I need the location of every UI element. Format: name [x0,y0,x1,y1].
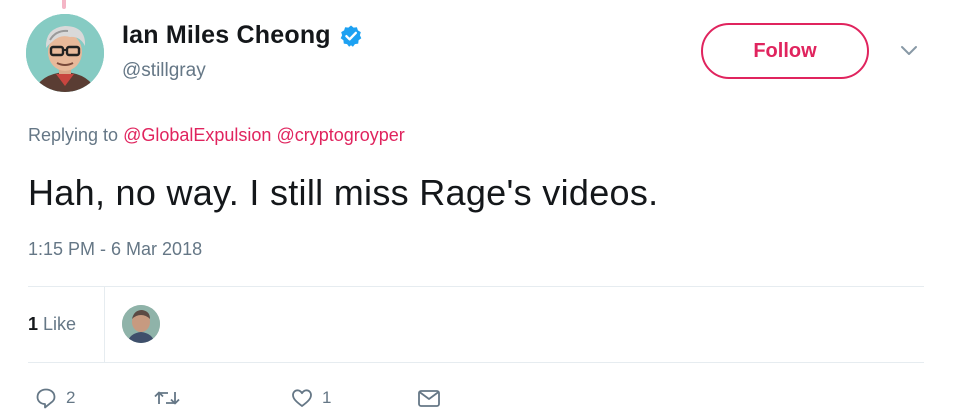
author-name-row: Ian Miles Cheong [122,21,363,50]
thread-line [62,0,66,9]
reply-button[interactable]: 2 [34,386,75,410]
follow-button[interactable]: Follow [701,23,869,79]
mention-link[interactable]: @cryptogroyper [276,125,404,145]
tweet-text: Hah, no way. I still miss Rage's videos. [28,172,659,213]
author-handle[interactable]: @stillgray [122,60,206,82]
direct-message-button[interactable] [416,386,442,410]
verified-badge-icon [339,24,363,48]
divider [28,362,924,363]
stats-separator [104,287,105,362]
divider [28,286,924,287]
author-avatar[interactable] [26,14,104,92]
likes-count: 1 [28,314,39,334]
envelope-icon [416,386,442,410]
chevron-down-icon[interactable] [897,42,921,60]
like-count: 1 [322,388,332,407]
liker-avatar[interactable] [122,305,160,343]
heart-icon [290,386,314,410]
retweet-button[interactable] [152,386,190,410]
likes-stat[interactable]: 1 Like [28,314,76,335]
retweet-icon [152,386,182,410]
mention-link[interactable]: @GlobalExpulsion [123,125,271,145]
likes-label: Like [43,314,77,334]
tweet-timestamp[interactable]: 1:15 PM - 6 Mar 2018 [28,239,202,260]
tweet-card: Ian Miles Cheong @stillgray Follow Reply… [0,0,962,420]
author-display-name[interactable]: Ian Miles Cheong [122,21,331,50]
reply-count: 2 [66,388,76,407]
like-button[interactable]: 1 [290,386,331,410]
reply-icon [34,386,58,410]
reply-context: Replying to @GlobalExpulsion @cryptogroy… [28,125,405,146]
reply-context-prefix: Replying to [28,125,119,145]
